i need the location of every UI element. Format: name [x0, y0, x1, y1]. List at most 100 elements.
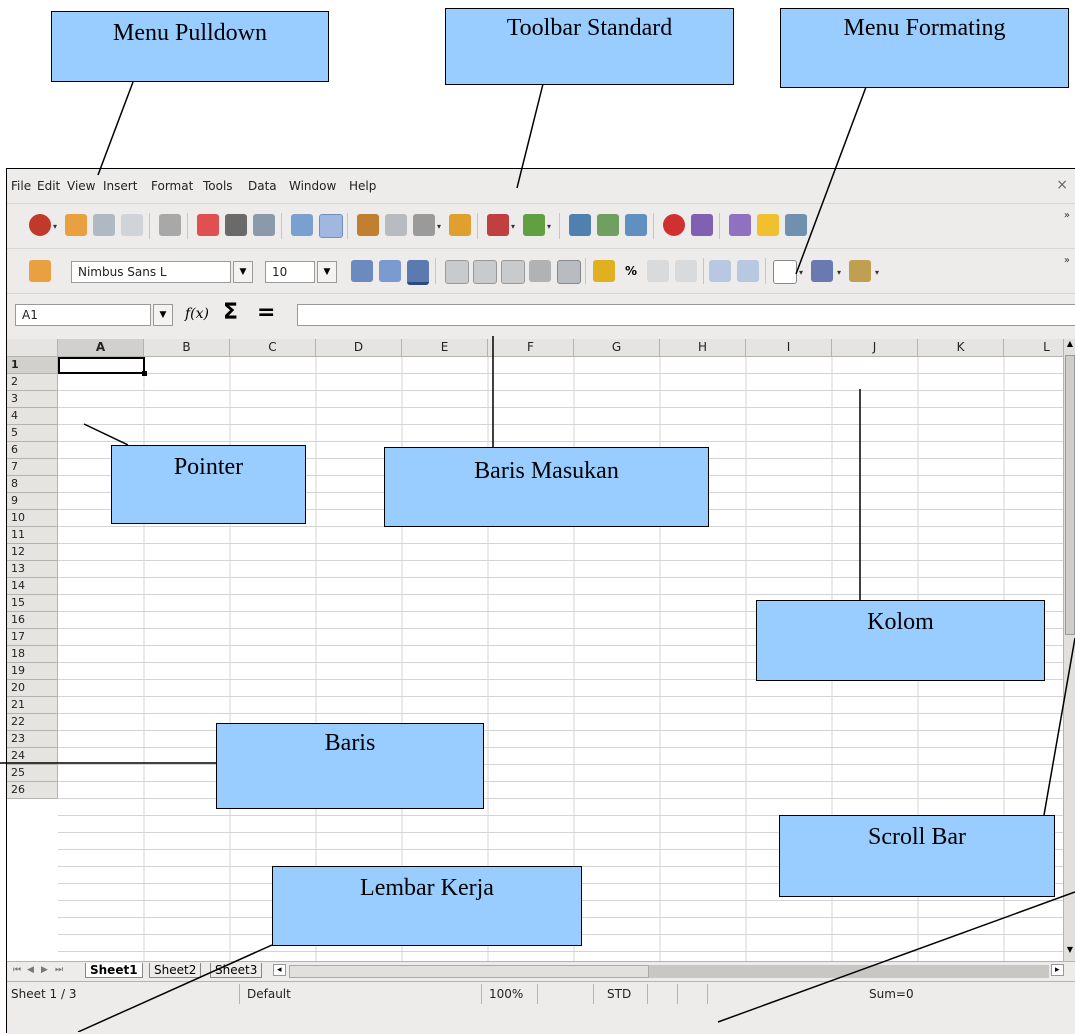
scroll-down-icon[interactable]: ▼: [1065, 945, 1075, 959]
tab-next-icon[interactable]: ▶: [41, 965, 48, 975]
background-color-icon[interactable]: [811, 260, 833, 282]
menu-file[interactable]: File: [11, 179, 31, 193]
menu-tools[interactable]: Tools: [203, 179, 233, 193]
spellcheck-icon[interactable]: [291, 214, 313, 236]
horizontal-scroll-track[interactable]: [649, 965, 1049, 978]
scroll-thumb[interactable]: [1065, 355, 1075, 635]
navigator-icon[interactable]: [757, 214, 779, 236]
tab-prev-icon[interactable]: ◀: [27, 965, 34, 975]
callout-baris-masukan: Baris Masukan: [384, 447, 709, 527]
cell-cursor[interactable]: [58, 357, 145, 374]
status-page-style[interactable]: Default: [247, 987, 291, 1001]
toolbar-separator: [703, 258, 704, 284]
menu-bar: File Edit View Insert Format Tools Data …: [7, 169, 1075, 203]
font-size-dropdown-icon[interactable]: ▼: [317, 261, 337, 283]
tab-first-icon[interactable]: ⏮: [13, 965, 21, 975]
redo-icon[interactable]: [523, 214, 545, 236]
status-divider: [707, 984, 708, 1004]
toolbar-overflow-icon[interactable]: »: [1064, 255, 1070, 266]
status-zoom[interactable]: 100%: [489, 987, 523, 1001]
open-icon[interactable]: [65, 214, 87, 236]
justify-icon[interactable]: [529, 260, 551, 282]
copy-icon[interactable]: [385, 214, 407, 236]
hyperlink-icon[interactable]: [569, 214, 591, 236]
chart-icon[interactable]: [663, 214, 685, 236]
paste-icon[interactable]: [413, 214, 435, 236]
increase-indent-icon[interactable]: [737, 260, 759, 282]
italic-icon[interactable]: [379, 260, 401, 282]
paste-dropdown-icon[interactable]: ▾: [437, 222, 441, 231]
toolbar-separator: [435, 258, 436, 284]
name-box-dropdown-icon[interactable]: ▼: [153, 304, 173, 326]
scroll-left-icon[interactable]: ◂: [273, 964, 286, 976]
percent-format-icon[interactable]: %: [625, 264, 637, 278]
borders-icon[interactable]: [773, 260, 797, 284]
font-size-field[interactable]: 10: [265, 261, 315, 283]
tab-last-icon[interactable]: ⏭: [55, 965, 63, 975]
sheet-tab-2[interactable]: Sheet2: [149, 963, 202, 978]
function-icon[interactable]: =: [257, 300, 275, 325]
sum-icon[interactable]: Σ: [223, 300, 238, 325]
input-line[interactable]: [297, 304, 1075, 326]
delete-decimal-icon[interactable]: [675, 260, 697, 282]
font-color-dropdown-icon[interactable]: ▾: [875, 268, 879, 277]
callout-kolom: Kolom: [756, 600, 1045, 681]
menu-help[interactable]: Help: [349, 179, 376, 193]
background-dropdown-icon[interactable]: ▾: [837, 268, 841, 277]
font-name-dropdown-icon[interactable]: ▼: [233, 261, 253, 283]
menu-window[interactable]: Window: [289, 179, 336, 193]
callout-pointer: Pointer: [111, 445, 306, 524]
draw-functions-icon[interactable]: [691, 214, 713, 236]
edit-file-icon[interactable]: [159, 214, 181, 236]
decrease-indent-icon[interactable]: [709, 260, 731, 282]
clone-formatting-icon[interactable]: [449, 214, 471, 236]
print-preview-icon[interactable]: [253, 214, 275, 236]
undo-icon[interactable]: [487, 214, 509, 236]
find-replace-icon[interactable]: [729, 214, 751, 236]
add-decimal-icon[interactable]: [647, 260, 669, 282]
align-center-icon[interactable]: [473, 260, 497, 284]
save-icon[interactable]: [93, 214, 115, 236]
toolbar-separator: [719, 213, 720, 239]
horizontal-scroll-thumb[interactable]: [289, 965, 649, 978]
vertical-scrollbar[interactable]: ▲ ▼: [1063, 339, 1075, 961]
align-left-icon[interactable]: [445, 260, 469, 284]
sort-ascending-icon[interactable]: [597, 214, 619, 236]
print-icon[interactable]: [225, 214, 247, 236]
scroll-right-icon[interactable]: ▸: [1051, 964, 1064, 976]
styles-formatting-icon[interactable]: [29, 260, 51, 282]
name-box[interactable]: A1: [15, 304, 151, 326]
menu-insert[interactable]: Insert: [103, 179, 137, 193]
sheet-tab-3[interactable]: Sheet3: [210, 963, 263, 978]
cut-icon[interactable]: [357, 214, 379, 236]
function-wizard-icon[interactable]: f(x): [185, 306, 209, 322]
menu-edit[interactable]: Edit: [37, 179, 60, 193]
email-icon[interactable]: [121, 214, 143, 236]
sort-descending-icon[interactable]: [625, 214, 647, 236]
status-selection-mode[interactable]: STD: [607, 987, 631, 1001]
close-document-icon[interactable]: ×: [1056, 177, 1068, 193]
borders-dropdown-icon[interactable]: ▾: [799, 268, 803, 277]
gallery-icon[interactable]: [785, 214, 807, 236]
redo-dropdown-icon[interactable]: ▾: [547, 222, 551, 231]
align-right-icon[interactable]: [501, 260, 525, 284]
autospellcheck-icon[interactable]: [319, 214, 343, 238]
toolbar-overflow-icon[interactable]: »: [1064, 210, 1070, 221]
new-dropdown-icon[interactable]: ▾: [53, 222, 57, 231]
undo-dropdown-icon[interactable]: ▾: [511, 222, 515, 231]
scroll-up-icon[interactable]: ▲: [1065, 339, 1075, 353]
new-document-icon[interactable]: [29, 214, 51, 236]
menu-format[interactable]: Format: [151, 179, 193, 193]
callout-scroll-bar: Scroll Bar: [779, 815, 1055, 897]
currency-format-icon[interactable]: [593, 260, 615, 282]
bold-icon[interactable]: [351, 260, 373, 282]
export-pdf-icon[interactable]: [197, 214, 219, 236]
menu-view[interactable]: View: [67, 179, 95, 193]
sheet-tab-1[interactable]: Sheet1: [85, 963, 143, 978]
fill-handle[interactable]: [142, 371, 147, 376]
merge-cells-icon[interactable]: [557, 260, 581, 284]
font-color-icon[interactable]: [849, 260, 871, 282]
font-name-field[interactable]: Nimbus Sans L: [71, 261, 231, 283]
underline-icon[interactable]: [407, 260, 429, 285]
menu-data[interactable]: Data: [248, 179, 277, 193]
